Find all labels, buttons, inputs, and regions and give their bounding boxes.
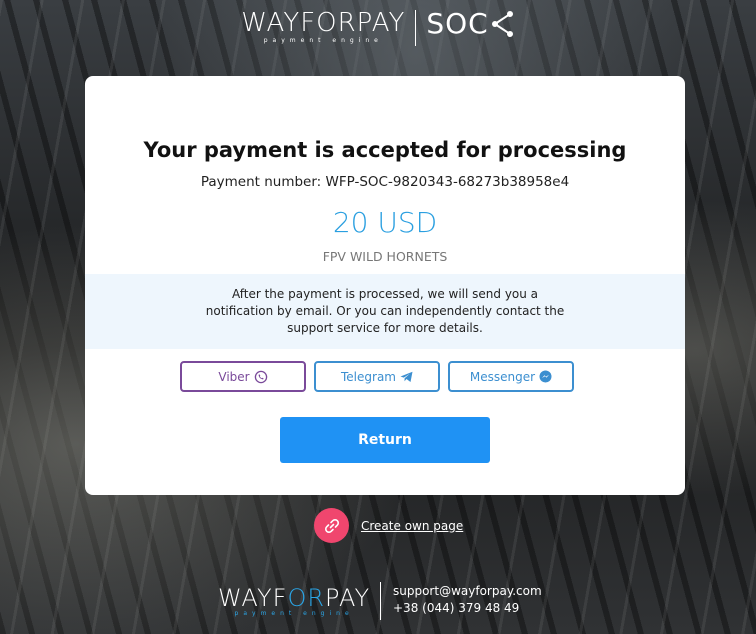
header-logo: WAYFORPAY payment engine SOC bbox=[0, 8, 756, 48]
footer-logo: WAYFORPAY payment engine bbox=[218, 584, 370, 617]
notice-text: After the payment is processed, we will … bbox=[205, 287, 565, 335]
merchant-name: FPV WILD HORNETS bbox=[322, 249, 448, 264]
footer-divider bbox=[380, 582, 381, 620]
create-own-page-link[interactable]: Create own page bbox=[314, 508, 463, 543]
telegram-button-label: Telegram bbox=[341, 369, 396, 384]
telegram-icon bbox=[400, 371, 413, 383]
soc-logo: SOC bbox=[426, 8, 514, 40]
viber-icon bbox=[254, 370, 268, 384]
footer-contacts: support@wayforpay.com +38 (044) 379 48 4… bbox=[393, 583, 542, 617]
link-icon bbox=[314, 508, 349, 543]
footer-logo-word: WAYFORPAY bbox=[218, 584, 370, 612]
support-phone[interactable]: +38 (044) 379 48 49 bbox=[393, 600, 542, 617]
logo-tagline: payment engine bbox=[263, 37, 383, 44]
payment-amount: 20 USD bbox=[332, 206, 438, 239]
messenger-icon bbox=[539, 370, 552, 383]
footer-logo-word-c: PAY bbox=[325, 584, 371, 612]
viber-button-label: Viber bbox=[218, 369, 250, 384]
logo-word: WAYFORPAY bbox=[241, 8, 406, 38]
messenger-button[interactable]: Messenger bbox=[448, 361, 574, 392]
support-email[interactable]: support@wayforpay.com bbox=[393, 583, 542, 600]
share-icon bbox=[491, 11, 513, 37]
payment-status-card: Your payment is accepted for processing … bbox=[85, 76, 685, 495]
page-title: Your payment is accepted for processing bbox=[143, 138, 627, 162]
telegram-button[interactable]: Telegram bbox=[314, 361, 440, 392]
footer-logo-word-b: OR bbox=[287, 584, 326, 612]
wayforpay-logo: WAYFORPAY payment engine bbox=[241, 8, 405, 44]
return-button[interactable]: Return bbox=[280, 417, 490, 463]
footer-logo-tagline: payment engine bbox=[234, 610, 354, 617]
notice-box: After the payment is processed, we will … bbox=[85, 274, 685, 349]
viber-button[interactable]: Viber bbox=[180, 361, 306, 392]
soc-logo-text: SOC bbox=[426, 7, 489, 40]
support-contacts: Viber Telegram Messenger bbox=[180, 361, 574, 392]
messenger-button-label: Messenger bbox=[469, 369, 536, 384]
payment-number: Payment number: WFP-SOC-9820343-68273b38… bbox=[200, 174, 570, 190]
create-own-page-label[interactable]: Create own page bbox=[361, 519, 463, 533]
logo-divider bbox=[415, 10, 417, 46]
footer-logo-word-a: WAYF bbox=[218, 584, 288, 612]
